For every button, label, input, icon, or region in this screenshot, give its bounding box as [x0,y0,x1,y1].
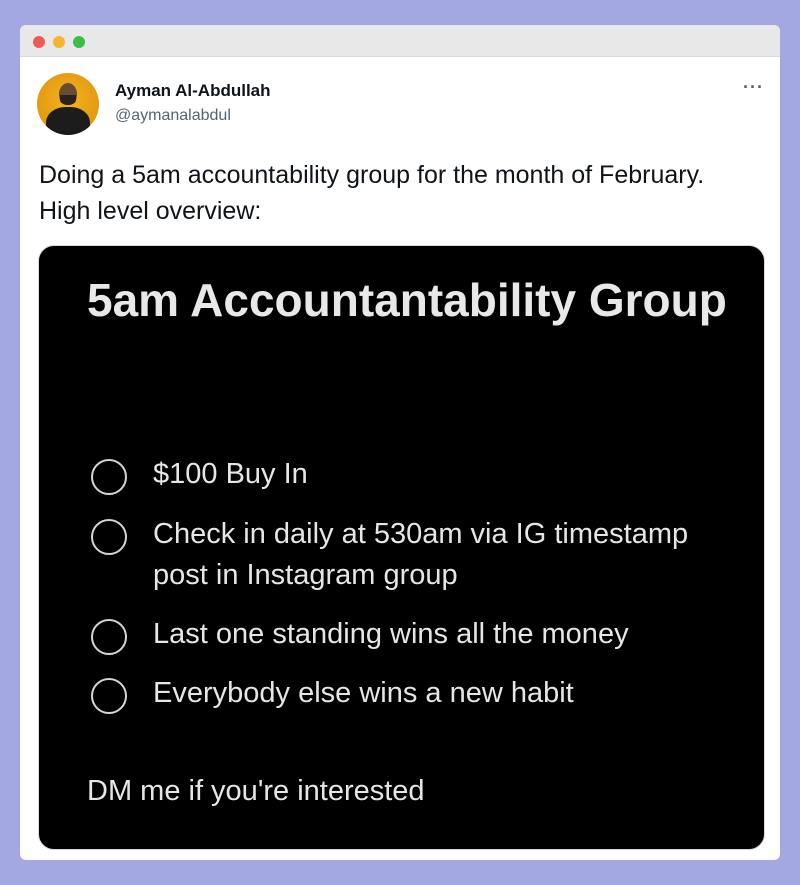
card-title: 5am Accountantability Group [87,274,727,326]
card-footer-text: DM me if you're interested [87,775,425,807]
checklist-item: $100 Buy In [153,458,308,490]
checkbox-circle-icon [91,678,127,714]
close-window-button[interactable] [33,36,45,48]
checklist-item: Check in daily at 530am via IG timestamp… [153,518,689,591]
more-options-icon[interactable]: ··· [743,77,764,98]
minimize-window-button[interactable] [53,36,65,48]
author-name[interactable]: Ayman Al-Abdullah [115,81,271,101]
avatar-body-shape [46,107,90,135]
tweet-image-card[interactable]: 5am Accountantability Group $100 Buy In … [38,245,765,850]
checklist-item: Last one standing wins all the money [153,618,629,650]
tweet-text: Doing a 5am accountability group for the… [39,161,705,225]
window-titlebar [20,25,780,57]
avatar-beard-shape [60,95,76,105]
checkbox-circle-icon [91,459,127,495]
checkbox-circle-icon [91,519,127,555]
author-handle[interactable]: @aymanalabdul [115,107,231,125]
checkbox-circle-icon [91,619,127,655]
checklist-item: Everybody else wins a new habit [153,677,574,709]
browser-window: Ayman Al-Abdullah @aymanalabdul ··· Doin… [20,25,780,860]
avatar[interactable] [37,73,99,135]
maximize-window-button[interactable] [73,36,85,48]
